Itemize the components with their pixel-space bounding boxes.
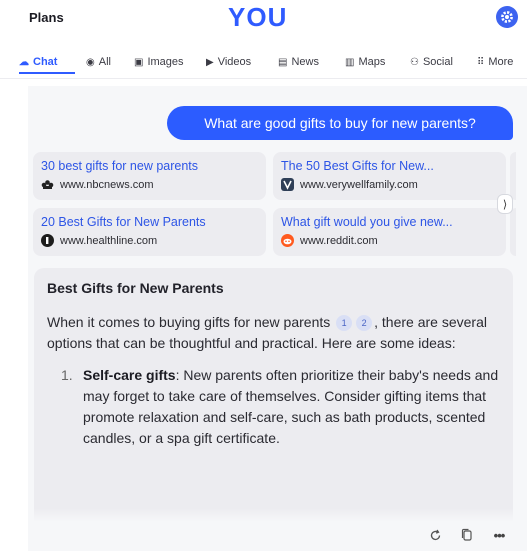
healthline-icon bbox=[41, 234, 54, 247]
tab-images[interactable]: ▣ Images bbox=[134, 56, 184, 68]
tab-social[interactable]: ⚇ Social bbox=[410, 56, 453, 68]
reddit-icon bbox=[281, 234, 294, 247]
source-title: 20 Best Gifts for New Parents bbox=[41, 215, 206, 229]
news-icon: ▤ bbox=[278, 56, 288, 68]
chevron-right-icon: ⟩ bbox=[502, 198, 508, 211]
gear-icon bbox=[501, 11, 513, 23]
tab-more[interactable]: ⠿ More bbox=[477, 56, 513, 68]
logo-trademark: ™ bbox=[288, 0, 296, 5]
source-site: www.reddit.com bbox=[300, 234, 378, 247]
answer-actions: ••• bbox=[34, 521, 513, 551]
list-item-number: 1. bbox=[61, 367, 73, 383]
play-icon: ▶ bbox=[206, 56, 214, 68]
user-message-text: What are good gifts to buy for new paren… bbox=[204, 115, 476, 131]
source-title: 30 best gifts for new parents bbox=[41, 159, 199, 173]
settings-button[interactable] bbox=[496, 6, 518, 28]
search-tabs: ☁ Chat ◉ All ▣ Images ▶ Videos ▤ News ▥ … bbox=[0, 50, 527, 78]
plans-link[interactable]: Plans bbox=[29, 10, 64, 25]
source-card-peek bbox=[510, 152, 516, 200]
source-site: www.nbcnews.com bbox=[60, 178, 154, 191]
source-site: www.verywellfamily.com bbox=[300, 178, 418, 191]
source-card-verywellfamily[interactable]: The 50 Best Gifts for New... www.verywel… bbox=[273, 152, 506, 200]
source-title: The 50 Best Gifts for New... bbox=[281, 159, 434, 173]
tab-label: News bbox=[291, 56, 319, 68]
search-icon: ◉ bbox=[86, 56, 95, 68]
citation-2[interactable]: 2 bbox=[356, 315, 373, 331]
source-card-reddit[interactable]: What gift would you give new... www.redd… bbox=[273, 208, 506, 256]
people-icon: ⚇ bbox=[410, 56, 419, 68]
active-tab-indicator bbox=[19, 72, 75, 74]
tab-label: All bbox=[98, 56, 111, 68]
sources-next-button[interactable]: ⟩ bbox=[497, 194, 513, 214]
user-message-bubble: What are good gifts to buy for new paren… bbox=[167, 106, 513, 140]
verywell-icon bbox=[281, 178, 294, 191]
more-options-button[interactable]: ••• bbox=[488, 524, 510, 546]
tab-label: Chat bbox=[33, 56, 58, 68]
answer-card: Best Gifts for New Parents When it comes… bbox=[34, 268, 513, 521]
source-card-healthline[interactable]: 20 Best Gifts for New Parents www.health… bbox=[33, 208, 266, 256]
source-title: What gift would you give new... bbox=[281, 215, 453, 229]
tab-label: Maps bbox=[358, 56, 386, 68]
gift-list: 1. Self-care gifts: New parents often pr… bbox=[47, 365, 501, 449]
copy-icon bbox=[461, 528, 472, 541]
source-card-peek bbox=[510, 208, 516, 256]
tab-label: Social bbox=[422, 56, 453, 68]
tab-all[interactable]: ◉ All bbox=[86, 56, 111, 68]
source-site: www.healthline.com bbox=[60, 234, 158, 247]
refresh-icon bbox=[430, 529, 440, 540]
tab-chat[interactable]: ☁ Chat bbox=[19, 56, 57, 68]
tab-label: Images bbox=[147, 56, 184, 68]
answer-title: Best Gifts for New Parents bbox=[47, 280, 224, 296]
regenerate-button[interactable] bbox=[424, 524, 446, 546]
copy-button[interactable] bbox=[456, 524, 478, 546]
tab-label: Videos bbox=[217, 56, 252, 68]
tab-videos[interactable]: ▶ Videos bbox=[206, 56, 251, 68]
tab-news[interactable]: ▤ News bbox=[278, 56, 319, 68]
map-icon: ▥ bbox=[345, 56, 355, 68]
divider bbox=[0, 78, 527, 79]
list-item-term: Self-care gifts bbox=[83, 367, 176, 383]
nbc-icon bbox=[41, 178, 54, 191]
answer-intro-text: When it comes to buying gifts for new pa… bbox=[47, 314, 331, 330]
you-logo[interactable]: YOU™ bbox=[228, 0, 296, 33]
image-icon: ▣ bbox=[134, 56, 144, 68]
chat-icon: ☁ bbox=[19, 56, 29, 68]
grid-icon: ⠿ bbox=[477, 56, 485, 68]
top-bar: Plans YOU™ bbox=[0, 0, 527, 40]
tab-maps[interactable]: ▥ Maps bbox=[345, 56, 385, 68]
tab-label: More bbox=[488, 56, 514, 68]
answer-intro: When it comes to buying gifts for new pa… bbox=[47, 312, 501, 354]
answer-fade bbox=[34, 508, 513, 522]
list-item: 1. Self-care gifts: New parents often pr… bbox=[61, 365, 501, 449]
logo-text: YOU bbox=[228, 2, 288, 32]
citation-1[interactable]: 1 bbox=[336, 315, 353, 331]
ellipsis-icon: ••• bbox=[493, 527, 506, 543]
source-card-nbcnews[interactable]: 30 best gifts for new parents www.nbcnew… bbox=[33, 152, 266, 200]
